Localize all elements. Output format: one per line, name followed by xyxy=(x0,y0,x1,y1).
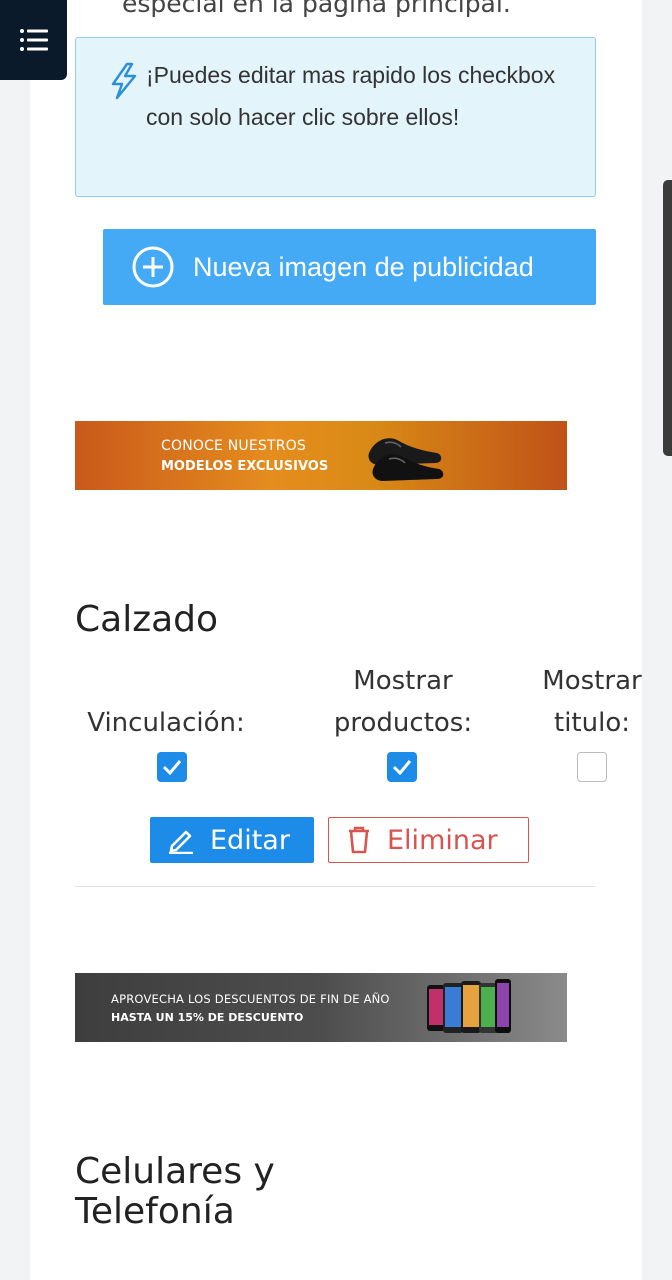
section-divider xyxy=(75,886,596,887)
menu-button[interactable] xyxy=(0,0,67,80)
pencil-icon xyxy=(169,830,193,854)
mostrar-productos-checkbox[interactable] xyxy=(387,752,417,782)
list-menu-icon xyxy=(19,29,48,51)
tip-alert: ¡Puedes editar mas rapido los checkbox c… xyxy=(75,37,596,197)
column-label-mostrar-productos: Mostrar productos: xyxy=(333,666,473,738)
ad-banner-phones[interactable]: APROVECHA LOS DESCUENTOS DE FIN DE AÑO H… xyxy=(75,973,567,1042)
new-ad-image-label: Nueva imagen de publicidad xyxy=(193,251,534,282)
column-label-vinculacion: Vinculación: xyxy=(87,708,245,738)
banner-line1: APROVECHA LOS DESCUENTOS DE FIN DE AÑO xyxy=(111,992,390,1006)
vinculacion-checkbox[interactable] xyxy=(157,752,187,782)
checkmark-icon xyxy=(392,760,412,775)
lightning-icon xyxy=(111,62,137,100)
section-title: Calzado xyxy=(75,599,219,640)
edit-button[interactable]: Editar xyxy=(150,817,314,863)
shoes-image xyxy=(368,438,444,481)
description-text: especial en la pagina principal. xyxy=(122,0,511,18)
phones-image xyxy=(427,979,511,1033)
mostrar-titulo-checkbox[interactable] xyxy=(577,752,607,782)
banner-line1: CONOCE NUESTROS xyxy=(161,438,306,454)
banner-line2: MODELOS EXCLUSIVOS xyxy=(161,459,329,474)
tip-text: ¡Puedes editar mas rapido los checkbox c… xyxy=(146,62,556,130)
checkmark-icon xyxy=(162,760,182,775)
ad-banner-shoes[interactable]: CONOCE NUESTROS MODELOS EXCLUSIVOS xyxy=(75,421,567,490)
delete-button[interactable]: Eliminar xyxy=(328,817,529,863)
trash-icon xyxy=(349,826,369,854)
banner-line2: HASTA UN 15% DE DESCUENTO xyxy=(111,1011,304,1024)
plus-circle-icon xyxy=(132,246,174,288)
delete-label: Eliminar xyxy=(387,824,498,856)
column-label-mostrar-titulo: Mostrar titulo: xyxy=(542,666,642,738)
edit-label: Editar xyxy=(210,824,290,856)
new-ad-image-button[interactable]: Nueva imagen de publicidad xyxy=(103,229,596,305)
section-title: Celulares y Telefonía xyxy=(75,1151,275,1232)
scrollbar-thumb[interactable] xyxy=(663,180,672,456)
